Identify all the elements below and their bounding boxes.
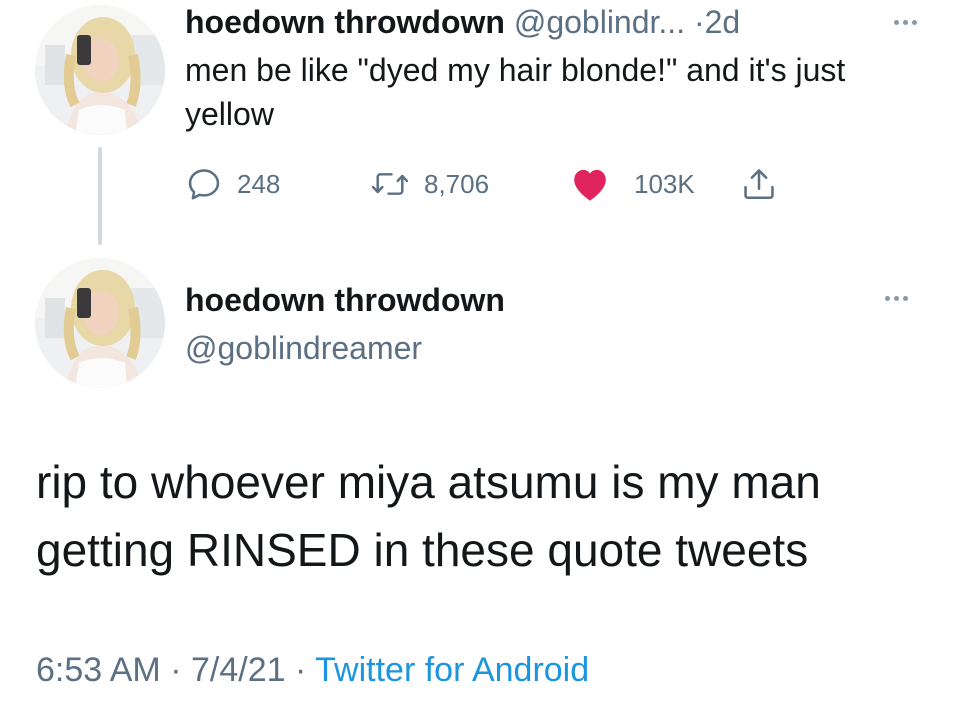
handle[interactable]: @goblindr... — [514, 4, 685, 40]
tweet-date[interactable]: 7/4/21 — [191, 651, 286, 689]
retweet-button[interactable]: 8,706 — [370, 162, 489, 206]
share-icon — [744, 169, 774, 200]
separator-dot: · — [170, 651, 182, 689]
more-dots-icon[interactable] — [885, 2, 925, 42]
reply-button[interactable]: 248 — [185, 162, 280, 206]
tweet-actions: 248 8,706 103K — [185, 162, 805, 206]
display-name[interactable]: hoedown throwdown — [185, 4, 505, 40]
separator-dot: · — [294, 651, 307, 689]
tweet-source[interactable]: Twitter for Android — [315, 651, 589, 689]
profile-photo — [35, 5, 165, 135]
avatar[interactable] — [35, 5, 165, 135]
like-count: 103K — [634, 168, 695, 199]
share-button[interactable] — [740, 162, 778, 206]
like-button[interactable]: 103K — [570, 162, 695, 206]
tweet-metadata: 6:53 AM · 7/4/21 · Twitter for Android — [36, 648, 589, 692]
profile-photo — [35, 258, 165, 388]
thread-connector-line — [98, 147, 102, 245]
tweet-header: hoedown throwdown @goblindr... ·2d — [185, 2, 925, 42]
retweet-icon — [371, 173, 409, 195]
tweet-text: rip to whoever miya atsumu is my man get… — [36, 456, 821, 576]
tweet-time[interactable]: 6:53 AM — [36, 651, 161, 689]
retweet-count: 8,706 — [424, 168, 490, 199]
display-name[interactable]: hoedown throwdown — [185, 280, 505, 320]
reply-count: 248 — [237, 168, 281, 199]
avatar[interactable] — [35, 258, 165, 388]
tweet-text: men be like "dyed my hair blonde!" and i… — [185, 52, 846, 132]
more-dots-icon[interactable] — [876, 278, 916, 318]
handle[interactable]: @goblindreamer — [185, 328, 422, 368]
separator-dot: · — [693, 4, 705, 40]
reply-icon — [188, 169, 220, 200]
tweet-age[interactable]: 2d — [705, 4, 741, 40]
heart-icon — [574, 169, 606, 201]
